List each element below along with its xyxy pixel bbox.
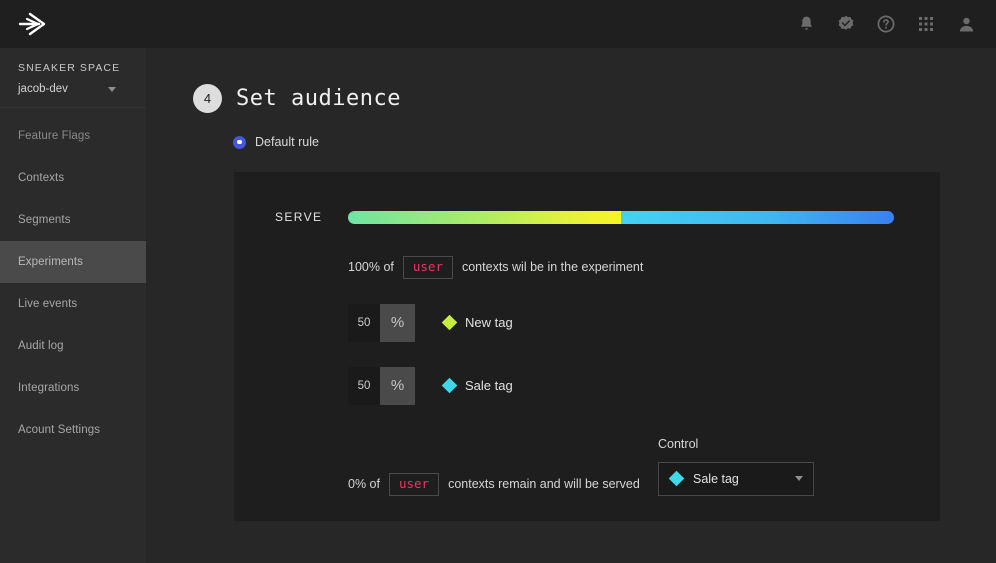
sidebar-item-label: Acount Settings [18, 424, 101, 436]
percent-input-group[interactable]: 50 % [348, 303, 415, 342]
project-name: SNEAKER SPACE [18, 62, 121, 74]
sidebar-item-label: Contexts [18, 172, 65, 184]
variation-label: New tag [465, 315, 513, 331]
variation-label: Sale tag [465, 378, 513, 394]
chevron-down-icon [108, 86, 116, 92]
sidebar-item-label: Integrations [18, 382, 80, 394]
remainder-tail: contexts remain and will be served [448, 477, 640, 492]
top-navigation-bar [0, 0, 996, 48]
rollout-distribution-bar [348, 210, 894, 224]
serve-row: SERVE [234, 172, 940, 224]
variation-color-swatch-icon [441, 377, 458, 394]
sidebar-item-account-settings[interactable]: Acount Settings [0, 409, 146, 451]
help-question-icon[interactable] [876, 14, 896, 34]
in-experiment-tail: contexts wil be in the experiment [461, 260, 644, 275]
percent-input[interactable]: 50 [348, 303, 380, 342]
sidebar-item-label: Experiments [18, 256, 84, 268]
sidebar-item-label: Live events [18, 298, 78, 310]
variation-row-new-tag: 50 % New tag [348, 303, 940, 342]
sidebar-item-label: Segments [18, 214, 71, 226]
context-kind-chip[interactable]: user [388, 472, 440, 496]
audience-panel: SERVE 100% of user contexts wil be in th… [234, 172, 940, 521]
sidebar-item-label: Audit log [18, 340, 64, 352]
percent-unit-suffix: % [380, 366, 415, 405]
project-selector[interactable]: SNEAKER SPACE jacob-dev [0, 48, 146, 108]
percent-input[interactable]: 50 [348, 366, 380, 405]
environment-selector[interactable]: jacob-dev [18, 83, 128, 95]
variation-row-sale-tag: 50 % Sale tag [348, 366, 940, 405]
serve-label: SERVE [275, 210, 323, 224]
apps-grid-icon[interactable] [916, 14, 936, 34]
default-rule-label: Default rule [255, 135, 319, 149]
control-selected-value: Sale tag [693, 471, 739, 486]
account-person-icon[interactable] [956, 14, 976, 34]
variation-name-sale-tag: Sale tag [441, 377, 513, 394]
rollout-bar-segment-new-tag [348, 210, 621, 224]
control-color-swatch-icon [668, 470, 685, 487]
sidebar-item-integrations[interactable]: Integrations [0, 367, 146, 409]
sidebar-item-feature-flags[interactable]: Feature Flags [0, 115, 146, 157]
control-variation-select[interactable]: Sale tag [658, 461, 814, 496]
control-label: Control [658, 436, 699, 451]
variation-color-swatch-icon [441, 314, 458, 331]
main-content: 4 Set audience Default rule SERVE 100% o… [146, 48, 996, 563]
bell-icon[interactable] [796, 14, 816, 34]
launch-arrow-logo[interactable] [18, 8, 52, 40]
percent-input-group[interactable]: 50 % [348, 366, 415, 405]
experiment-set-audience-page: SNEAKER SPACE jacob-dev Feature Flags Co… [0, 0, 996, 563]
remainder-sentence: 0% of user contexts remain and will be s… [348, 472, 640, 496]
page-title: Set audience [236, 86, 401, 111]
rollout-bar-segment-sale-tag [621, 210, 894, 224]
default-rule-radio[interactable] [233, 135, 246, 149]
step-number-badge: 4 [193, 84, 222, 113]
sidebar-item-segments[interactable]: Segments [0, 199, 146, 241]
default-rule-option[interactable]: Default rule [233, 135, 996, 149]
variation-name-new-tag: New tag [441, 314, 513, 331]
remainder-block: 0% of user contexts remain and will be s… [234, 437, 940, 527]
environment-name: jacob-dev [18, 83, 68, 95]
control-variation-field: Control Sale tag [658, 437, 814, 496]
sidebar: SNEAKER SPACE jacob-dev Feature Flags Co… [0, 48, 146, 563]
sidebar-item-experiments[interactable]: Experiments [0, 241, 146, 283]
context-kind-chip[interactable]: user [402, 256, 453, 279]
topbar-icon-group [796, 14, 982, 34]
sidebar-nav: Feature Flags Contexts Segments Experime… [0, 108, 146, 451]
percent-unit-suffix: % [380, 303, 415, 342]
in-experiment-percent: 100% of [348, 260, 394, 275]
sidebar-item-contexts[interactable]: Contexts [0, 157, 146, 199]
in-experiment-sentence: 100% of user contexts wil be in the expe… [348, 256, 940, 279]
sidebar-item-label: Feature Flags [18, 130, 91, 142]
step-header: 4 Set audience [193, 84, 996, 113]
verified-badge-icon[interactable] [836, 14, 856, 34]
sidebar-item-live-events[interactable]: Live events [0, 283, 146, 325]
sidebar-item-audit-log[interactable]: Audit log [0, 325, 146, 367]
remainder-percent: 0% of [348, 477, 380, 492]
chevron-down-icon [795, 476, 803, 482]
